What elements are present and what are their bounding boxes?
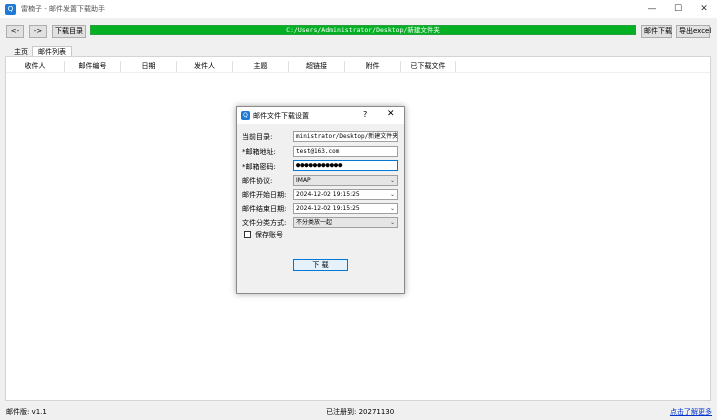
download-path-bar: C:/Users/Administrator/Desktop/新建文件夹 [90, 25, 636, 35]
export-excel-button[interactable]: 导出excel [676, 25, 711, 38]
header-divider [6, 72, 710, 73]
download-button[interactable]: 下 载 [293, 259, 348, 271]
start-date-value: 2024-12-02 19:15:25 [296, 191, 360, 198]
dialog-title: 邮件文件下载设置 [253, 112, 309, 120]
classify-select[interactable]: 不分类放一起 ⌄ [293, 217, 398, 228]
email-label: *邮箱地址: [242, 148, 276, 156]
start-date-picker[interactable]: 2024-12-02 19:15:25 ⌄ [293, 189, 398, 200]
column-header[interactable]: 发件人 [177, 61, 233, 72]
start-date-label: 邮件开始日期: [242, 191, 287, 199]
end-date-value: 2024-12-02 19:15:25 [296, 205, 360, 212]
column-header[interactable]: 日期 [121, 61, 177, 72]
password-label: *邮箱密码: [242, 163, 276, 171]
classify-label: 文件分类方式: [242, 219, 287, 227]
window-controls: — ☐ ✕ [639, 0, 717, 18]
dialog-logo-icon: Q [241, 111, 250, 120]
download-settings-dialog: Q 邮件文件下载设置 ? ✕ 当前目录: ministrator/Desktop… [236, 106, 405, 294]
mail-download-button[interactable]: 邮件下载 [641, 25, 672, 38]
column-header[interactable]: 邮件编号 [65, 61, 121, 72]
registration-text: 已注册到: 20271130 [326, 408, 395, 416]
chevron-down-icon: ⌄ [389, 219, 395, 226]
learn-more-link[interactable]: 点击了解更多 [670, 407, 712, 417]
dialog-close-icon[interactable]: ✕ [387, 109, 395, 119]
end-date-label: 邮件结束日期: [242, 205, 287, 213]
dialog-titlebar: Q 邮件文件下载设置 ? ✕ [237, 107, 404, 124]
column-header[interactable]: 已下载文件 [401, 61, 456, 72]
back-button[interactable]: <- [6, 25, 24, 38]
maximize-icon[interactable]: ☐ [665, 0, 691, 18]
column-header[interactable]: 超链接 [289, 61, 345, 72]
classify-value: 不分类放一起 [296, 219, 333, 226]
current-dir-label: 当前目录: [242, 133, 273, 141]
download-dir-button[interactable]: 下载目录 [52, 25, 86, 38]
help-icon[interactable]: ? [363, 110, 367, 119]
minimize-icon[interactable]: — [639, 0, 665, 18]
close-icon[interactable]: ✕ [691, 0, 717, 18]
column-header[interactable]: 附件 [345, 61, 401, 72]
status-bar: 邮件版: v1.1 已注册到: 20271130 点击了解更多 [0, 403, 717, 420]
protocol-label: 邮件协议: [242, 177, 273, 185]
chevron-down-icon: ⌄ [389, 205, 395, 212]
app-logo-icon: Q [5, 3, 16, 15]
protocol-select[interactable]: IMAP ⌄ [293, 175, 398, 186]
forward-button[interactable]: -> [29, 25, 47, 38]
table-header: 收件人 邮件编号 日期 发件人 主题 超链接 附件 已下载文件 [6, 61, 468, 72]
chevron-down-icon: ⌄ [389, 177, 395, 184]
protocol-value: IMAP [296, 177, 311, 184]
save-account-label[interactable]: 保存账号 [255, 230, 283, 240]
version-text: 邮件版: v1.1 [6, 408, 47, 416]
password-field[interactable]: ●●●●●●●●●●● [293, 160, 398, 171]
current-dir-field[interactable]: ministrator/Desktop/新建文件夹 [293, 131, 398, 142]
column-header[interactable]: 收件人 [6, 61, 65, 72]
column-header[interactable]: 主题 [233, 61, 289, 72]
title-bar: Q 雷楠子 - 邮件发置下载助手 — ☐ ✕ [0, 0, 717, 18]
chevron-down-icon: ⌄ [389, 191, 395, 198]
email-field[interactable]: test@163.com [293, 146, 398, 157]
toolbar: <- -> 下载目录 C:/Users/Administrator/Deskto… [0, 23, 717, 39]
end-date-picker[interactable]: 2024-12-02 19:15:25 ⌄ [293, 203, 398, 214]
save-account-checkbox[interactable] [244, 231, 251, 238]
window-title: 雷楠子 - 邮件发置下载助手 [21, 5, 105, 13]
